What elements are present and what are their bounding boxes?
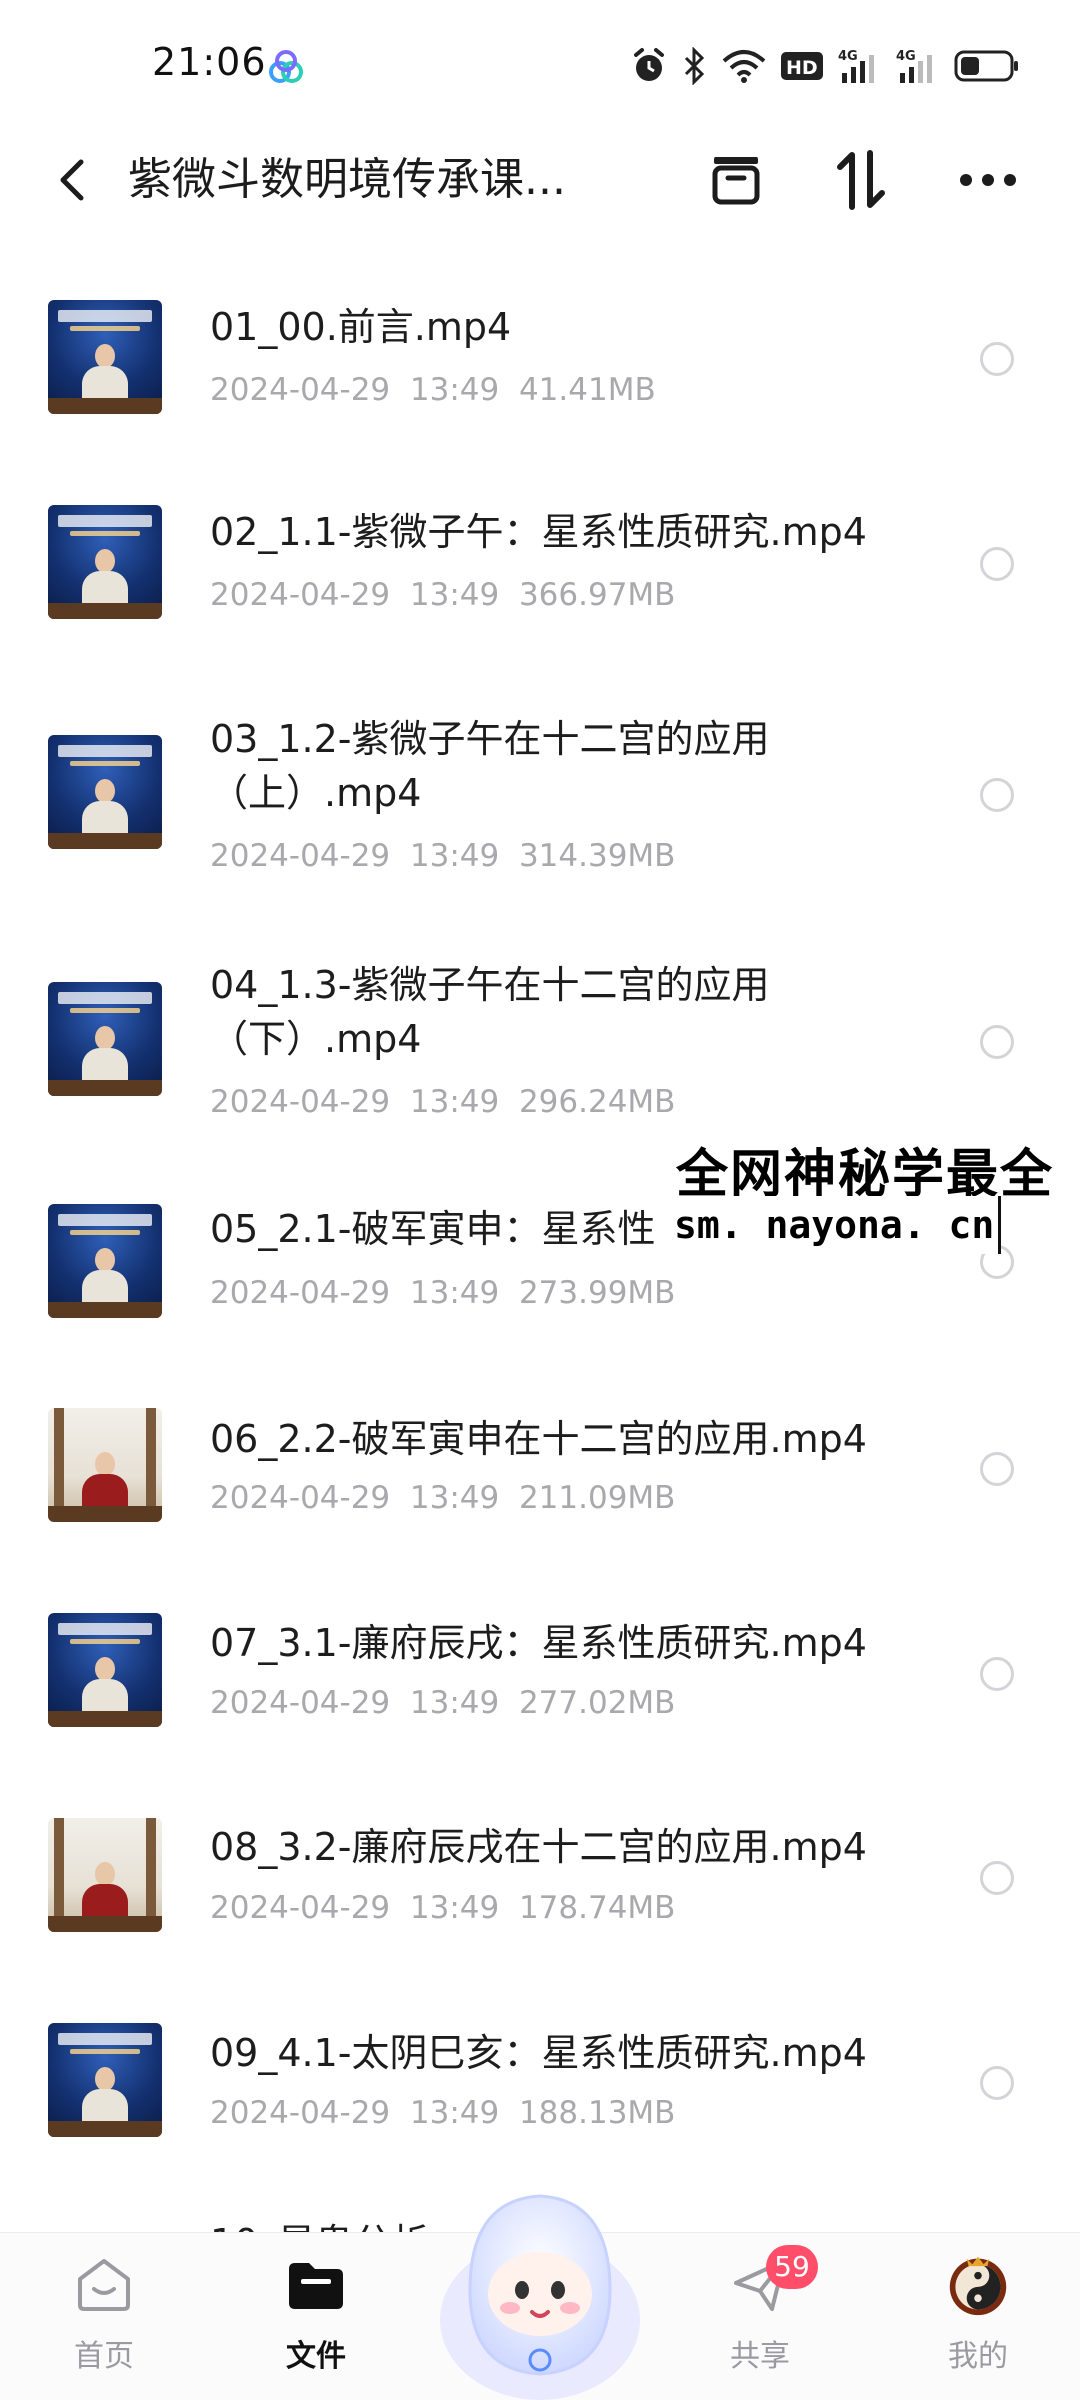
file-meta: 2024-04-29 13:49 366.97MB: [210, 577, 675, 613]
select-radio[interactable]: [980, 1657, 1014, 1691]
nav-files-label: 文件: [286, 2339, 346, 2374]
file-size: 273.99MB: [518, 1275, 676, 1311]
file-size: 314.39MB: [518, 838, 676, 874]
select-radio[interactable]: [980, 342, 1014, 376]
bluetooth-icon: [682, 47, 708, 85]
file-size: 41.41MB: [518, 372, 656, 408]
file-date: 2024-04-29: [210, 372, 391, 408]
wifi-icon: [722, 47, 766, 85]
video-thumbnail[interactable]: [48, 1613, 162, 1727]
file-size: 188.13MB: [518, 2095, 676, 2131]
file-time: 13:49: [409, 1084, 500, 1120]
page-title: 紫微斗数明境传承课...: [128, 154, 566, 205]
file-date: 2024-04-29: [210, 1084, 391, 1120]
profile-avatar-icon: [946, 2253, 1010, 2317]
file-meta: 2024-04-29 13:49 277.02MB: [210, 1685, 675, 1721]
back-arrow-icon: [60, 159, 84, 201]
select-radio[interactable]: [980, 547, 1014, 581]
video-thumbnail[interactable]: [48, 300, 162, 414]
more-button[interactable]: [956, 148, 1020, 212]
file-date: 2024-04-29: [210, 838, 391, 874]
file-name: 02_1.1-紫微子午：星系性质研究.mp4: [210, 510, 867, 554]
video-thumbnail[interactable]: [48, 1818, 162, 1932]
nav-share[interactable]: 59 共享: [700, 2245, 820, 2393]
file-date: 2024-04-29: [210, 577, 391, 613]
file-meta: 2024-04-29 13:49 188.13MB: [210, 2095, 675, 2131]
file-date: 2024-04-29: [210, 2095, 391, 2131]
nav-home[interactable]: 首页: [44, 2253, 164, 2393]
file-size: 277.02MB: [518, 1685, 676, 1721]
file-time: 13:49: [409, 1275, 500, 1311]
signal-4g-icon: 4G: [838, 47, 882, 85]
file-name: 07_3.1-廉府辰戌：星系性质研究.mp4: [210, 1621, 867, 1665]
file-name: 08_3.2-廉府辰戌在十二宫的应用.mp4: [210, 1825, 867, 1869]
title-bar: 紫微斗数明境传承课...: [0, 130, 1080, 230]
file-meta: 2024-04-29 13:49 211.09MB: [210, 1480, 675, 1516]
file-size: 211.09MB: [518, 1480, 676, 1516]
file-date: 2024-04-29: [210, 1685, 391, 1721]
file-name: 09_4.1-太阴巳亥：星系性质研究.mp4: [210, 2031, 867, 2075]
share-badge: 59: [766, 2245, 818, 2289]
nav-share-label: 共享: [730, 2339, 790, 2374]
hd-icon: HD: [780, 50, 824, 82]
file-name: 01_00.前言.mp4: [210, 305, 512, 349]
video-thumbnail[interactable]: [48, 2023, 162, 2137]
more-icon: [960, 174, 1016, 186]
file-meta: 2024-04-29 13:49 178.74MB: [210, 1890, 675, 1926]
sort-button[interactable]: [830, 148, 894, 212]
home-icon: [72, 2253, 136, 2317]
ai-assistant-mascot-button[interactable]: [430, 2170, 650, 2400]
file-name: 06_2.2-破军寅申在十二宫的应用.mp4: [210, 1417, 867, 1461]
select-radio[interactable]: [980, 1861, 1014, 1895]
file-name: 03_1.2-紫微子午在十二宫的应用（上）.mp4: [210, 717, 770, 815]
file-size: 366.97MB: [518, 577, 676, 613]
nav-home-label: 首页: [74, 2339, 134, 2374]
file-meta: 2024-04-29 13:49 296.24MB: [210, 1084, 675, 1120]
file-time: 13:49: [409, 1890, 500, 1926]
file-size: 178.74MB: [518, 1890, 676, 1926]
hd-label: HD: [786, 57, 818, 79]
video-thumbnail[interactable]: [48, 1408, 162, 1522]
watermark-url: sm. nayona. cn: [670, 1196, 1002, 1254]
file-time: 13:49: [409, 372, 500, 408]
file-time: 13:49: [409, 577, 500, 613]
file-meta: 2024-04-29 13:49 314.39MB: [210, 838, 675, 874]
file-date: 2024-04-29: [210, 1480, 391, 1516]
file-meta: 2024-04-29 13:49 273.99MB: [210, 1275, 675, 1311]
select-radio[interactable]: [980, 2066, 1014, 2100]
archive-button[interactable]: [704, 148, 768, 212]
video-thumbnail[interactable]: [48, 505, 162, 619]
nav-profile-label: 我的: [948, 2339, 1008, 2374]
signal-4g-icon: 4G: [896, 47, 940, 85]
file-date: 2024-04-29: [210, 1275, 391, 1311]
video-thumbnail[interactable]: [48, 735, 162, 849]
file-time: 13:49: [409, 838, 500, 874]
file-time: 13:49: [409, 2095, 500, 2131]
video-thumbnail[interactable]: [48, 1204, 162, 1318]
file-time: 13:49: [409, 1480, 500, 1516]
battery-icon: [954, 49, 1020, 83]
select-radio[interactable]: [980, 778, 1014, 812]
nav-files[interactable]: 文件: [256, 2253, 376, 2393]
file-meta: 2024-04-29 13:49 41.41MB: [210, 372, 656, 408]
video-thumbnail[interactable]: [48, 982, 162, 1096]
file-date: 2024-04-29: [210, 1890, 391, 1926]
select-radio[interactable]: [980, 1025, 1014, 1059]
file-name: 04_1.3-紫微子午在十二宫的应用（下）.mp4: [210, 963, 770, 1061]
select-radio[interactable]: [980, 1452, 1014, 1486]
nav-profile[interactable]: 我的: [918, 2253, 1038, 2393]
file-time: 13:49: [409, 1685, 500, 1721]
status-time: 21:06: [152, 40, 267, 84]
back-button[interactable]: [44, 152, 100, 208]
status-bar: 21:06 HD 4G 4G: [0, 0, 1080, 130]
baidu-netdisk-icon: [266, 48, 306, 88]
net-label: 4G: [896, 49, 916, 64]
archive-icon: [712, 157, 760, 205]
folder-icon: [284, 2253, 348, 2317]
alarm-icon: [630, 47, 668, 85]
sort-icon: [837, 150, 885, 210]
net-label: 4G: [838, 49, 858, 64]
file-size: 296.24MB: [518, 1084, 676, 1120]
